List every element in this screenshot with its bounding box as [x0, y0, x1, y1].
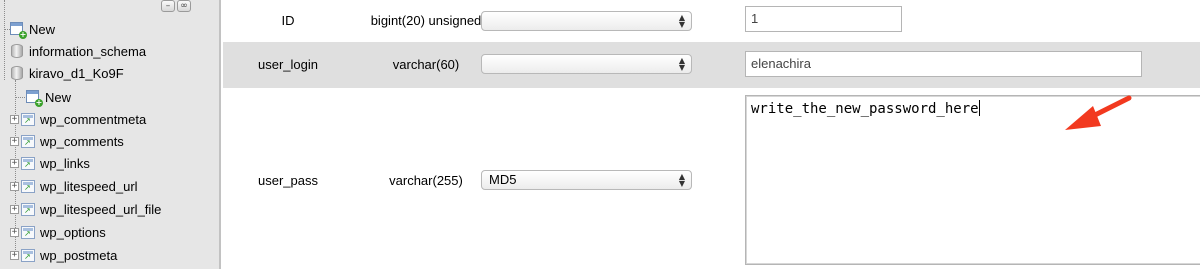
function-select-value: MD5 [489, 172, 517, 187]
expand-icon[interactable]: + [10, 181, 19, 191]
tree-item-label: wp_options [40, 224, 106, 240]
tree-item-label: information_schema [29, 43, 147, 59]
collapse-all-button[interactable]: – [161, 0, 175, 12]
tree-item-wp-litespeed-url-file[interactable]: + ↗ wp_litespeed_url_file [10, 198, 161, 220]
table-icon: ↗ [21, 225, 35, 239]
tree-item-label: wp_litespeed_url_file [40, 201, 162, 217]
tree-item-new-table[interactable]: + New [26, 86, 71, 108]
tree-item-wp-litespeed-url[interactable]: + ↗ wp_litespeed_url [10, 175, 138, 197]
tree-item-wp-links[interactable]: + ↗ wp_links [10, 152, 90, 174]
tree-item-label: wp_postmeta [40, 247, 118, 263]
column-name: user_login [258, 57, 318, 72]
expand-icon[interactable]: + [10, 204, 19, 214]
table-icon: ↗ [21, 156, 35, 170]
tree-item-information-schema[interactable]: information_schema [0, 40, 146, 62]
link-with-main-button[interactable]: ∞ [177, 0, 191, 12]
edit-row-form: ID bigint(20) unsigned ▲ ▼ 1 user_login v… [223, 0, 1200, 269]
tree-item-wp-comments[interactable]: + ↗ wp_comments [10, 130, 124, 152]
tree-item-kiravo-database[interactable]: kiravo_d1_Ko9F [0, 62, 124, 84]
expand-icon[interactable]: + [10, 114, 19, 124]
database-icon [11, 66, 23, 80]
value-input-user-login[interactable]: elenachira [745, 51, 1142, 77]
select-arrows-icon: ▲ ▼ [678, 13, 685, 29]
tree-item-label: New [29, 21, 56, 37]
tree-item-label: New [45, 89, 72, 105]
tree-item-wp-postmeta[interactable]: + ↗ wp_postmeta [10, 244, 117, 266]
new-icon: + [10, 21, 27, 39]
new-icon: + [26, 89, 43, 107]
value-input-id[interactable]: 1 [745, 6, 902, 32]
textarea-text: write_the_new_password_here [751, 101, 979, 117]
function-select[interactable]: ▲ ▼ [481, 54, 692, 74]
select-arrows-icon: ▲ ▼ [678, 172, 685, 188]
navigation-toolbar: – ∞ [161, 0, 191, 12]
tree-item-wp-options[interactable]: + ↗ wp_options [10, 221, 106, 243]
tree-item-label: kiravo_d1_Ko9F [29, 65, 124, 81]
column-name: user_pass [258, 173, 318, 188]
expand-icon[interactable]: + [10, 227, 19, 237]
table-icon: ↗ [21, 134, 35, 148]
select-arrows-icon: ▲ ▼ [678, 56, 685, 72]
expand-icon[interactable]: + [10, 250, 19, 260]
tree-item-wp-commentmeta[interactable]: + ↗ wp_commentmeta [10, 108, 146, 130]
tree-item-label: wp_links [40, 155, 90, 171]
expand-icon[interactable]: + [10, 136, 19, 146]
navigation-panel: – ∞ + New information_schema kiravo_d1_K… [0, 0, 221, 269]
function-select[interactable]: ▲ ▼ [481, 11, 692, 31]
field-row-user-login: user_login varchar(60) ▲ ▼ elenachira [223, 42, 1200, 88]
tree-line [15, 97, 25, 98]
tree-item-label: wp_litespeed_url [40, 178, 138, 194]
table-icon: ↗ [21, 179, 35, 193]
table-icon: ↗ [21, 202, 35, 216]
column-name: ID [281, 13, 295, 28]
field-row-id: ID bigint(20) unsigned ▲ ▼ 1 [223, 0, 1200, 42]
function-select[interactable]: MD5 ▲ ▼ [481, 170, 692, 190]
expand-icon[interactable]: + [10, 158, 19, 168]
table-icon: ↗ [21, 248, 35, 262]
tree-item-new-database[interactable]: + New [10, 18, 55, 40]
table-icon: ↗ [21, 112, 35, 126]
annotation-arrow-icon [1065, 95, 1132, 130]
text-caret [978, 100, 980, 116]
database-icon [11, 44, 23, 58]
tree-item-label: wp_comments [40, 133, 124, 149]
tree-item-label: wp_commentmeta [40, 111, 147, 127]
